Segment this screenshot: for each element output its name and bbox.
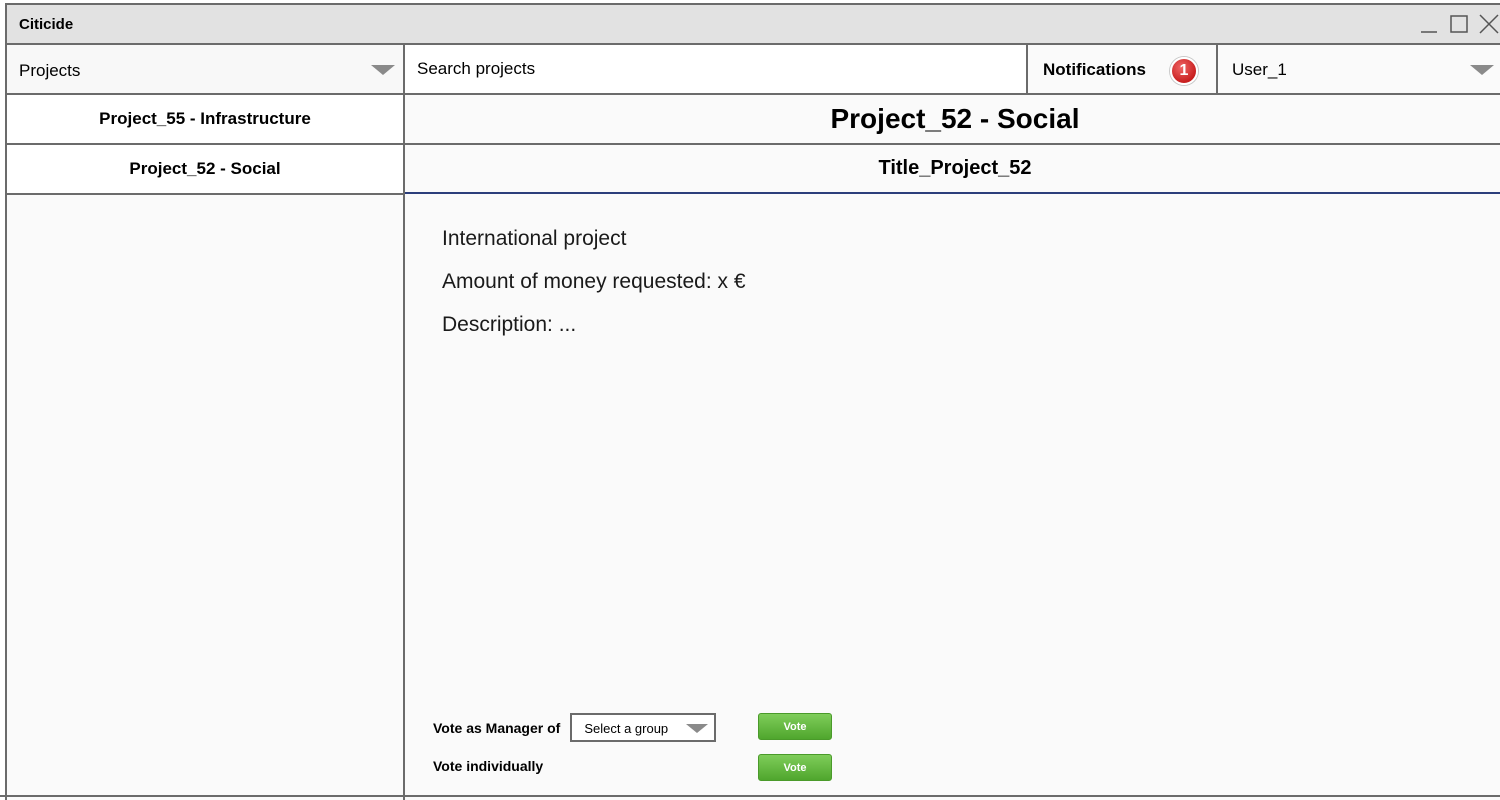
notifications-button[interactable]: Notifications 1 [1028, 45, 1218, 93]
app-window: Citicide Projects Notifications 1 User_1 [5, 3, 1500, 800]
page-title-text: Project_52 - Social [830, 103, 1080, 134]
minimize-icon[interactable] [1417, 11, 1441, 37]
chevron-down-icon [371, 65, 395, 75]
project-details: International project Amount of money re… [442, 227, 746, 356]
project-subtitle-text: Title_Project_52 [878, 157, 1032, 179]
project-type: International project [442, 227, 627, 250]
vote-individual-row: Vote individually [433, 758, 543, 774]
maximize-icon[interactable] [1447, 11, 1471, 37]
vote-individually-button[interactable]: Vote [758, 754, 832, 781]
title-bar: Citicide [7, 5, 1500, 45]
project-subtitle: Title_Project_52 [405, 145, 1500, 194]
projects-dropdown-label: Projects [19, 61, 81, 80]
vote-individual-label: Vote individually [433, 758, 544, 774]
project-amount: Amount of money requested: x € [442, 270, 746, 293]
user-dropdown-label: User_1 [1232, 60, 1287, 79]
search-input[interactable] [405, 45, 1026, 93]
sidebar-item-project-52[interactable]: Project_52 - Social [7, 145, 403, 195]
app-title: Citicide [19, 16, 74, 33]
close-icon[interactable] [1477, 11, 1500, 37]
project-detail-panel: Project_52 - Social Title_Project_52 Int… [405, 95, 1500, 800]
project-description: Description: ... [442, 313, 577, 336]
sidebar-item-label: Project_52 - Social [129, 159, 281, 178]
sidebar-item-project-55[interactable]: Project_55 - Infrastructure [7, 95, 403, 145]
vote-manager-row: Vote as Manager of Select a group [433, 713, 717, 742]
search-box[interactable] [405, 45, 1028, 93]
toolbar: Projects Notifications 1 User_1 [7, 45, 1500, 95]
project-sidebar: Project_55 - Infrastructure Project_52 -… [7, 95, 405, 800]
vote-as-manager-button[interactable]: Vote [758, 713, 832, 740]
projects-dropdown[interactable]: Projects [7, 45, 405, 93]
page-title: Project_52 - Social [405, 95, 1500, 145]
group-select-label: Select a group [584, 721, 669, 736]
vote-manager-label: Vote as Manager of [433, 719, 561, 736]
chevron-down-icon [1470, 65, 1494, 75]
window-controls [1417, 11, 1500, 37]
chevron-down-icon [686, 724, 709, 733]
user-dropdown[interactable]: User_1 [1218, 45, 1500, 93]
sidebar-item-label: Project_55 - Infrastructure [99, 109, 311, 128]
bottom-border [0, 795, 1500, 797]
group-select-dropdown[interactable]: Select a group [570, 713, 717, 742]
notifications-label: Notifications [1043, 60, 1146, 79]
notification-count-badge: 1 [1170, 57, 1198, 85]
